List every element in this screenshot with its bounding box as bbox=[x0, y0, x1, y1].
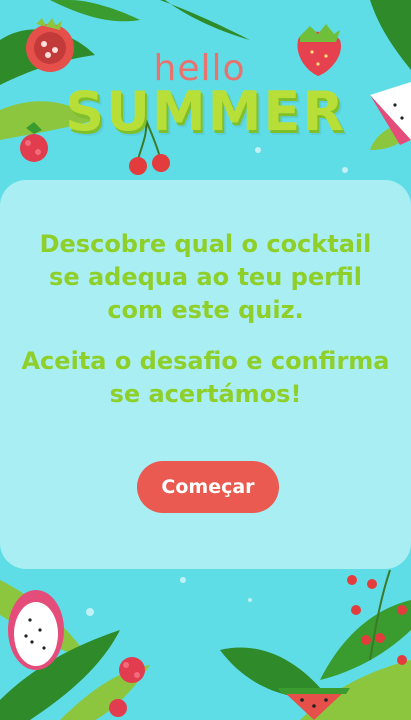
start-quiz-button[interactable]: Começar bbox=[137, 461, 279, 513]
intro-challenge: Aceita o desafio e confirma se acertámos… bbox=[21, 347, 390, 408]
intro-description: Descobre qual o cocktail se adequa ao te… bbox=[39, 230, 372, 324]
logo-summer-text: SUMMER bbox=[65, 80, 346, 143]
hello-summer-logo: hello SUMMER bbox=[0, 0, 411, 185]
dragon-fruit-icon bbox=[8, 590, 64, 670]
quiz-intro-text: Descobre qual o cocktail se adequa ao te… bbox=[0, 228, 411, 411]
